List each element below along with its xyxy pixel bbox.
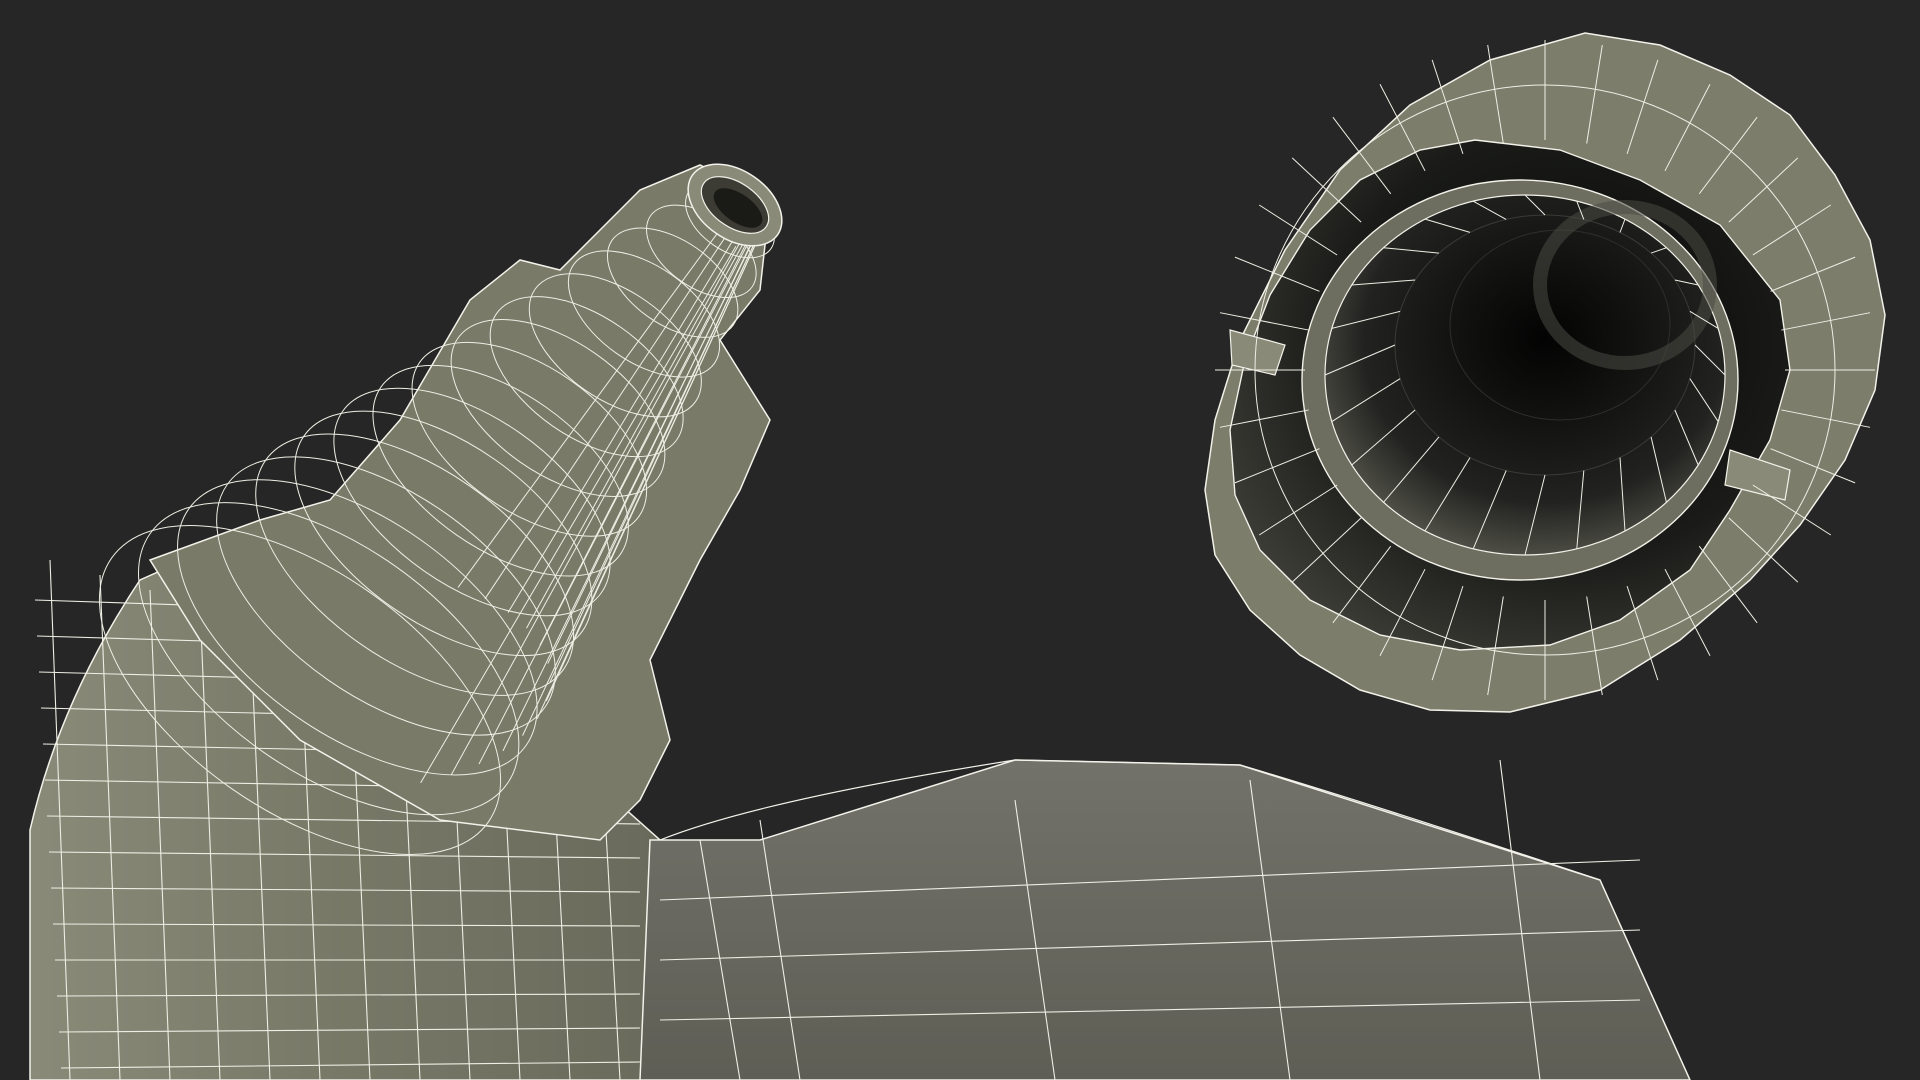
cap-wireframe xyxy=(1204,32,1886,713)
render-canvas xyxy=(29,32,1886,1080)
wireframe-render-scene xyxy=(0,0,1920,1080)
